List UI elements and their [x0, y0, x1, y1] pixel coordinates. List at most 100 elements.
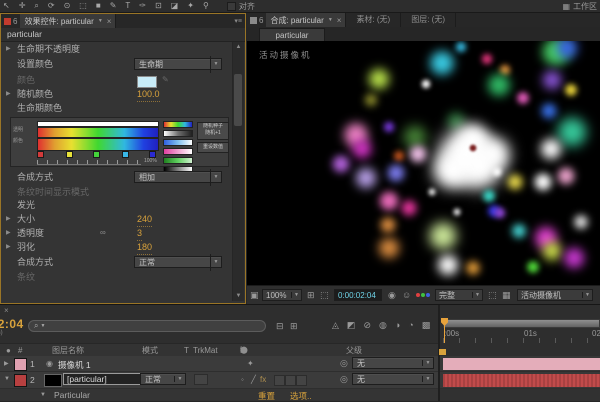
gradient-ruler[interactable] [37, 160, 141, 165]
layer-duration-bar-particular[interactable] [443, 374, 600, 387]
chevron-down-icon[interactable]: ▼ [98, 18, 103, 24]
quality-icon[interactable]: ◦ [241, 375, 244, 384]
chevron-down-icon[interactable]: ▼ [291, 292, 301, 298]
gradient-preset[interactable] [163, 121, 193, 128]
search-input[interactable] [47, 320, 260, 332]
timeline-tab-close-icon[interactable]: × [4, 306, 9, 315]
chevron-down-icon[interactable]: ▼ [422, 376, 433, 382]
timecode-display[interactable]: 0:00:02:04 [334, 289, 382, 301]
group-glow[interactable]: 发光 [2, 199, 233, 212]
switch-box[interactable] [296, 375, 307, 386]
workspace-button[interactable]: 工作区 [573, 1, 597, 12]
fx-switch-icon[interactable]: fx [260, 375, 266, 384]
layer-switch-icon[interactable]: ✦ [247, 359, 254, 368]
gradient-editor[interactable]: 透明 颜色 100% 随机种子 随机+1 重设数值 [10, 117, 229, 173]
effect-name[interactable]: particular [7, 29, 42, 39]
gradient-stop[interactable] [93, 151, 100, 158]
shape-tool[interactable]: ■ [96, 0, 101, 12]
property-value[interactable]: 240 [137, 212, 153, 227]
chevron-down-icon[interactable]: ▼ [422, 360, 433, 366]
rotate-tool[interactable]: ⟳ [48, 0, 55, 12]
gradient-preset[interactable] [163, 130, 193, 137]
property-color[interactable]: 颜色 ✎ [2, 73, 233, 88]
zoom-select[interactable]: 100% ▼ [262, 289, 302, 301]
tab-footage[interactable]: 素材: (无) [346, 13, 402, 27]
twirl-icon[interactable]: ▼ [4, 376, 10, 382]
panel-menu-icon[interactable]: ▾≡ [234, 17, 242, 25]
composition-viewer[interactable]: 活动摄像机 [247, 41, 600, 286]
safe-margins-icon[interactable]: ⊞ [307, 290, 315, 300]
tab-composition[interactable]: 合成: particular ▼ × [266, 13, 347, 27]
gradient-preset[interactable] [163, 139, 193, 146]
mask-visibility-icon[interactable]: ⬚ [320, 290, 329, 300]
gradient-color-bar[interactable] [37, 127, 159, 138]
draft-3d-icon[interactable]: ◩ [347, 320, 356, 331]
gradient-stop[interactable] [122, 151, 130, 158]
frame-blend-icon[interactable]: ◍ [379, 320, 387, 331]
twirl-icon[interactable]: ▶ [6, 226, 11, 240]
gradient-stop[interactable] [149, 151, 156, 158]
clone-stamp-tool[interactable]: ⊡ [155, 0, 162, 12]
tab-effect-controls[interactable]: 效果控件: particular ▼ × [20, 14, 117, 28]
effect-row-particular[interactable]: ▼ Particular 重置 选项.. [0, 389, 438, 401]
gradient-stop[interactable] [66, 151, 74, 158]
twirl-icon[interactable]: ▶ [4, 360, 9, 367]
layer-color-swatch[interactable] [14, 358, 27, 371]
hide-shy-icon[interactable]: ⊘ [363, 320, 371, 331]
text-tool[interactable]: T [125, 0, 130, 12]
camera-tool[interactable]: ⊙ [64, 0, 71, 12]
transfer-mode-dropdown[interactable]: 相加 ▼ [134, 168, 222, 186]
graph-editor-icon[interactable]: ▩ [422, 320, 431, 331]
close-icon[interactable]: × [107, 17, 112, 26]
twirl-icon[interactable]: ▶ [6, 42, 11, 56]
property-glow-feather[interactable]: ▶ 羽化 180 [2, 240, 233, 255]
layer-name[interactable]: 摄像机 1 [58, 359, 91, 371]
set-color-dropdown[interactable]: 生命期 ▼ [134, 55, 222, 73]
live-update-icon[interactable]: ◬ [332, 320, 339, 331]
twirl-icon[interactable]: ▶ [6, 212, 11, 226]
roto-brush-tool[interactable]: ✦ [187, 0, 194, 12]
quality-switch-icon[interactable]: ╱ [251, 375, 256, 384]
close-icon[interactable]: × [337, 16, 342, 25]
property-set-color[interactable]: 设置颜色 生命期 ▼ [2, 55, 233, 73]
resolution-select[interactable]: 完整 ▼ [435, 289, 483, 301]
parent-dropdown[interactable]: 无 ▼ [352, 373, 434, 385]
pickwhip-icon[interactable]: ◎ [340, 358, 348, 369]
twirl-icon[interactable]: ▶ [6, 240, 11, 254]
property-glow-size[interactable]: ▶ 大小 240 [2, 212, 233, 227]
current-time-display[interactable]: 0:00:02:04 [0, 317, 23, 331]
chevron-down-icon[interactable]: ▼ [210, 55, 221, 73]
layer-row-particular[interactable]: ▼ 2 正常 ▼ ◦ ╱ fx ◎ 无 ▼ [0, 372, 438, 388]
channel-icon[interactable] [416, 293, 430, 297]
pickwhip-icon[interactable]: ◎ [340, 374, 348, 385]
gradient-preset[interactable] [163, 148, 193, 155]
scroll-down-icon[interactable]: ▼ [233, 291, 244, 301]
scrollbar-thumb[interactable] [234, 74, 242, 126]
tab-layer[interactable]: 图层: (无) [401, 13, 456, 27]
gradient-preset[interactable] [163, 157, 193, 164]
brainstorm-icon[interactable]: ◔ [408, 320, 413, 331]
pan-behind-tool[interactable]: ⬚ [79, 0, 87, 12]
trkmat-box[interactable] [194, 374, 208, 385]
chevron-down-icon[interactable]: ▼ [174, 376, 185, 382]
property-color-random[interactable]: ▶ 随机颜色 100.0 [2, 87, 233, 102]
switch-box[interactable] [274, 375, 285, 386]
blend-mode-dropdown[interactable]: 正常 ▼ [140, 373, 186, 385]
twirl-icon[interactable]: ▶ [6, 87, 11, 101]
property-opacity-over-life[interactable]: ▶ 生命期不透明度 [2, 42, 233, 56]
glow-transfer-mode-dropdown[interactable]: 正常 ▼ [134, 253, 222, 271]
composition-flowchart-icon[interactable]: ⊞ [290, 321, 298, 332]
layer-color-swatch[interactable] [14, 374, 27, 387]
property-glow-opacity[interactable]: ▶ 透明度 ∞ 3 [2, 226, 233, 241]
chevron-down-icon[interactable]: ▼ [210, 253, 221, 271]
scrollbar[interactable]: ▲ ▼ [232, 42, 244, 301]
switch-box[interactable] [285, 375, 296, 386]
chevron-down-icon[interactable]: ▼ [472, 292, 482, 298]
layer-duration-bar-camera[interactable] [443, 358, 600, 370]
gradient-color-bar[interactable] [37, 138, 159, 151]
puppet-pin-tool[interactable]: ⚲ [203, 0, 209, 12]
effect-reset-link[interactable]: 重置 [258, 390, 275, 402]
property-value[interactable]: 3 [137, 226, 143, 241]
zoom-tool[interactable]: ⌕ [34, 0, 38, 12]
selection-tool[interactable]: ↖ [3, 0, 10, 12]
